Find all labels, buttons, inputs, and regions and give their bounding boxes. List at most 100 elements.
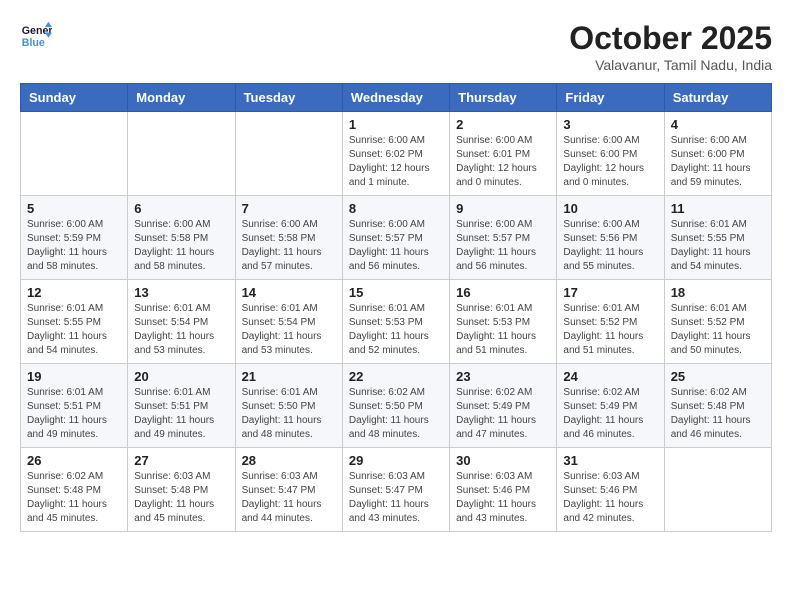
day-info: Sunrise: 6:00 AM Sunset: 6:02 PM Dayligh… (349, 134, 443, 190)
day-number: 26 (27, 453, 121, 468)
day-info: Sunrise: 6:01 AM Sunset: 5:51 PM Dayligh… (27, 386, 121, 442)
calendar-cell: 5Sunrise: 6:00 AM Sunset: 5:59 PM Daylig… (21, 196, 128, 280)
day-info: Sunrise: 6:00 AM Sunset: 6:00 PM Dayligh… (563, 134, 657, 190)
day-info: Sunrise: 6:01 AM Sunset: 5:54 PM Dayligh… (242, 302, 336, 358)
day-info: Sunrise: 6:03 AM Sunset: 5:47 PM Dayligh… (242, 470, 336, 526)
day-number: 13 (134, 285, 228, 300)
calendar-table: SundayMondayTuesdayWednesdayThursdayFrid… (20, 83, 772, 532)
calendar-cell: 25Sunrise: 6:02 AM Sunset: 5:48 PM Dayli… (664, 364, 771, 448)
day-number: 3 (563, 117, 657, 132)
day-info: Sunrise: 6:00 AM Sunset: 5:58 PM Dayligh… (242, 218, 336, 274)
calendar-row: 1 Sunrise: 6:00 AM Sunset: 6:02 PM Daylig… (21, 112, 772, 196)
calendar-cell: 13 Sunrise: 6:01 AM Sunset: 5:54 PM Dayli… (128, 280, 235, 364)
weekday-header: Sunday (21, 84, 128, 112)
calendar-cell: 27 Sunrise: 6:03 AM Sunset: 5:48 PM Dayli… (128, 448, 235, 532)
day-number: 20 (134, 369, 228, 384)
calendar-cell (21, 112, 128, 196)
day-number: 5 (27, 201, 121, 216)
calendar-row: 26 Sunrise: 6:02 AM Sunset: 5:48 PM Dayli… (21, 448, 772, 532)
day-number: 23 (456, 369, 550, 384)
day-number: 17 (563, 285, 657, 300)
calendar-cell: 20 Sunrise: 6:01 AM Sunset: 5:51 PM Dayli… (128, 364, 235, 448)
calendar-cell: 3 Sunrise: 6:00 AM Sunset: 6:00 PM Daylig… (557, 112, 664, 196)
weekday-header: Monday (128, 84, 235, 112)
calendar-cell: 23 Sunrise: 6:02 AM Sunset: 5:49 PM Dayli… (450, 364, 557, 448)
day-number: 8 (349, 201, 443, 216)
day-info: Sunrise: 6:03 AM Sunset: 5:46 PM Dayligh… (563, 470, 657, 526)
day-number: 12 (27, 285, 121, 300)
day-info: Sunrise: 6:02 AM Sunset: 5:48 PM Dayligh… (671, 386, 765, 442)
day-info: Sunrise: 6:01 AM Sunset: 5:53 PM Dayligh… (349, 302, 443, 358)
day-info: Sunrise: 6:02 AM Sunset: 5:49 PM Dayligh… (563, 386, 657, 442)
weekday-header: Thursday (450, 84, 557, 112)
weekday-header: Wednesday (342, 84, 449, 112)
calendar-cell: 21 Sunrise: 6:01 AM Sunset: 5:50 PM Dayli… (235, 364, 342, 448)
day-info: Sunrise: 6:01 AM Sunset: 5:53 PM Dayligh… (456, 302, 550, 358)
day-info: Sunrise: 6:02 AM Sunset: 5:48 PM Dayligh… (27, 470, 121, 526)
day-info: Sunrise: 6:02 AM Sunset: 5:50 PM Dayligh… (349, 386, 443, 442)
calendar-cell: 4Sunrise: 6:00 AM Sunset: 6:00 PM Daylig… (664, 112, 771, 196)
day-number: 18 (671, 285, 765, 300)
day-number: 10 (563, 201, 657, 216)
day-number: 2 (456, 117, 550, 132)
day-info: Sunrise: 6:00 AM Sunset: 5:58 PM Dayligh… (134, 218, 228, 274)
calendar-cell: 16 Sunrise: 6:01 AM Sunset: 5:53 PM Dayli… (450, 280, 557, 364)
day-info: Sunrise: 6:01 AM Sunset: 5:54 PM Dayligh… (134, 302, 228, 358)
calendar-row: 19 Sunrise: 6:01 AM Sunset: 5:51 PM Dayli… (21, 364, 772, 448)
calendar-cell (664, 448, 771, 532)
location-subtitle: Valavanur, Tamil Nadu, India (569, 57, 772, 73)
day-info: Sunrise: 6:01 AM Sunset: 5:52 PM Dayligh… (671, 302, 765, 358)
day-info: Sunrise: 6:00 AM Sunset: 5:57 PM Dayligh… (349, 218, 443, 274)
calendar-row: 12 Sunrise: 6:01 AM Sunset: 5:55 PM Dayli… (21, 280, 772, 364)
calendar-cell (235, 112, 342, 196)
day-info: Sunrise: 6:01 AM Sunset: 5:51 PM Dayligh… (134, 386, 228, 442)
calendar-cell: 6 Sunrise: 6:00 AM Sunset: 5:58 PM Daylig… (128, 196, 235, 280)
day-number: 21 (242, 369, 336, 384)
calendar-cell: 15 Sunrise: 6:01 AM Sunset: 5:53 PM Dayli… (342, 280, 449, 364)
calendar-cell: 1 Sunrise: 6:00 AM Sunset: 6:02 PM Daylig… (342, 112, 449, 196)
calendar-cell: 7Sunrise: 6:00 AM Sunset: 5:58 PM Daylig… (235, 196, 342, 280)
day-info: Sunrise: 6:02 AM Sunset: 5:49 PM Dayligh… (456, 386, 550, 442)
title-block: October 2025 Valavanur, Tamil Nadu, Indi… (569, 20, 772, 73)
day-info: Sunrise: 6:01 AM Sunset: 5:55 PM Dayligh… (671, 218, 765, 274)
calendar-cell: 18 Sunrise: 6:01 AM Sunset: 5:52 PM Dayli… (664, 280, 771, 364)
day-info: Sunrise: 6:00 AM Sunset: 5:56 PM Dayligh… (563, 218, 657, 274)
day-number: 19 (27, 369, 121, 384)
day-info: Sunrise: 6:03 AM Sunset: 5:46 PM Dayligh… (456, 470, 550, 526)
day-info: Sunrise: 6:00 AM Sunset: 6:01 PM Dayligh… (456, 134, 550, 190)
day-info: Sunrise: 6:03 AM Sunset: 5:48 PM Dayligh… (134, 470, 228, 526)
weekday-header: Tuesday (235, 84, 342, 112)
day-info: Sunrise: 6:01 AM Sunset: 5:50 PM Dayligh… (242, 386, 336, 442)
calendar-cell: 17Sunrise: 6:01 AM Sunset: 5:52 PM Dayli… (557, 280, 664, 364)
calendar-cell: 24Sunrise: 6:02 AM Sunset: 5:49 PM Dayli… (557, 364, 664, 448)
day-number: 11 (671, 201, 765, 216)
calendar-cell: 8 Sunrise: 6:00 AM Sunset: 5:57 PM Daylig… (342, 196, 449, 280)
day-number: 16 (456, 285, 550, 300)
day-number: 14 (242, 285, 336, 300)
calendar-row: 5Sunrise: 6:00 AM Sunset: 5:59 PM Daylig… (21, 196, 772, 280)
day-number: 4 (671, 117, 765, 132)
logo: General Blue (20, 20, 52, 52)
calendar-cell: 14 Sunrise: 6:01 AM Sunset: 5:54 PM Dayli… (235, 280, 342, 364)
day-info: Sunrise: 6:03 AM Sunset: 5:47 PM Dayligh… (349, 470, 443, 526)
weekday-header: Friday (557, 84, 664, 112)
calendar-cell: 29Sunrise: 6:03 AM Sunset: 5:47 PM Dayli… (342, 448, 449, 532)
day-number: 28 (242, 453, 336, 468)
svg-text:Blue: Blue (22, 37, 45, 49)
page-header: General Blue October 2025 Valavanur, Tam… (20, 20, 772, 73)
calendar-cell: 22 Sunrise: 6:02 AM Sunset: 5:50 PM Dayli… (342, 364, 449, 448)
calendar-cell: 30 Sunrise: 6:03 AM Sunset: 5:46 PM Dayli… (450, 448, 557, 532)
logo-icon: General Blue (20, 20, 52, 52)
day-number: 22 (349, 369, 443, 384)
day-info: Sunrise: 6:01 AM Sunset: 5:55 PM Dayligh… (27, 302, 121, 358)
day-number: 6 (134, 201, 228, 216)
calendar-cell: 31Sunrise: 6:03 AM Sunset: 5:46 PM Dayli… (557, 448, 664, 532)
month-title: October 2025 (569, 20, 772, 57)
day-info: Sunrise: 6:00 AM Sunset: 5:57 PM Dayligh… (456, 218, 550, 274)
calendar-cell: 26 Sunrise: 6:02 AM Sunset: 5:48 PM Dayli… (21, 448, 128, 532)
day-number: 15 (349, 285, 443, 300)
calendar-cell: 9Sunrise: 6:00 AM Sunset: 5:57 PM Daylig… (450, 196, 557, 280)
day-number: 27 (134, 453, 228, 468)
day-number: 1 (349, 117, 443, 132)
day-number: 30 (456, 453, 550, 468)
